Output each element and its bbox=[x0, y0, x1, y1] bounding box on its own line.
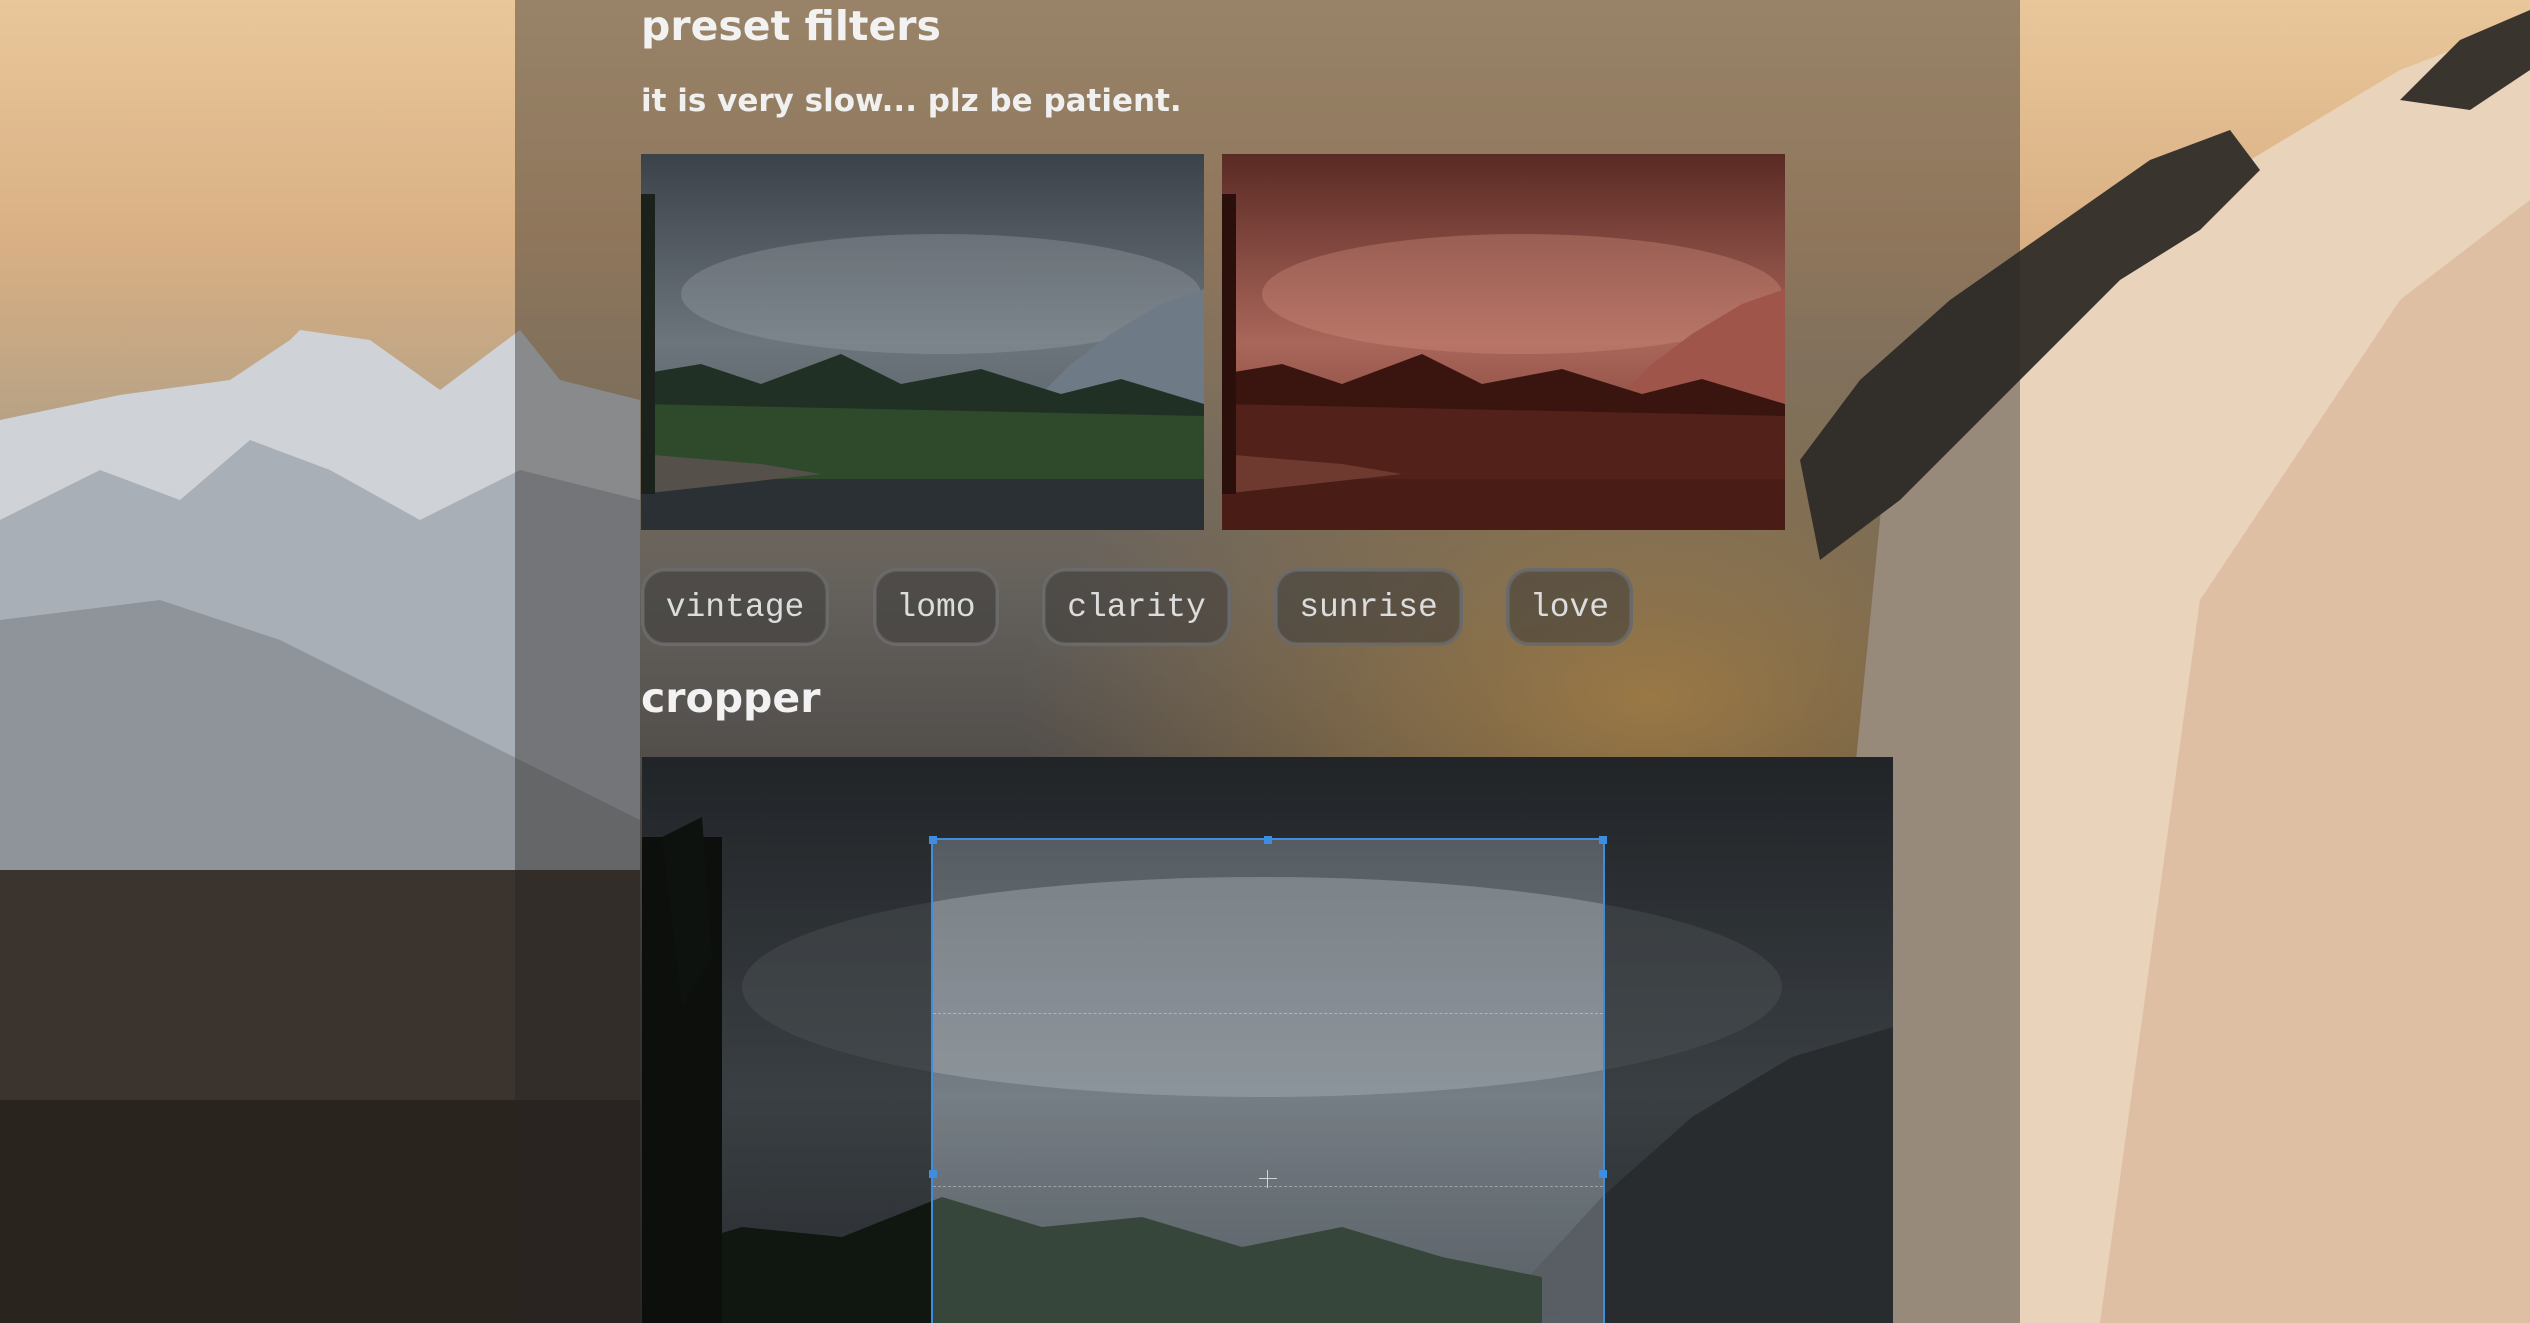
filter-button-sunrise[interactable]: sunrise bbox=[1274, 568, 1463, 646]
filtered-photo bbox=[1222, 154, 1785, 530]
crop-handle-right[interactable] bbox=[1599, 1170, 1607, 1178]
original-photo bbox=[641, 154, 1204, 530]
crop-handle-top-right[interactable] bbox=[1599, 836, 1607, 844]
section-title-cropper: cropper bbox=[641, 674, 821, 722]
image-cropper[interactable] bbox=[642, 757, 1893, 1323]
crop-center-icon bbox=[1259, 1170, 1277, 1188]
filter-button-clarity[interactable]: clarity bbox=[1042, 568, 1231, 646]
filter-button-vintage[interactable]: vintage bbox=[641, 568, 829, 646]
filter-button-love[interactable]: love bbox=[1506, 568, 1633, 646]
crop-handle-top[interactable] bbox=[1264, 836, 1272, 844]
crop-handle-top-left[interactable] bbox=[929, 836, 937, 844]
crop-handle-left[interactable] bbox=[929, 1170, 937, 1178]
filter-button-lomo[interactable]: lomo bbox=[873, 568, 999, 646]
night-sky-forest-image-filtered bbox=[1222, 154, 1785, 530]
section-subtitle: it is very slow... plz be patient. bbox=[641, 83, 1182, 119]
night-sky-forest-image bbox=[641, 154, 1204, 530]
section-title-preset-filters: preset filters bbox=[641, 2, 941, 50]
crop-highlight bbox=[933, 840, 1603, 1323]
crop-selection-box[interactable] bbox=[931, 838, 1605, 1323]
crop-guide-line bbox=[933, 1013, 1603, 1014]
